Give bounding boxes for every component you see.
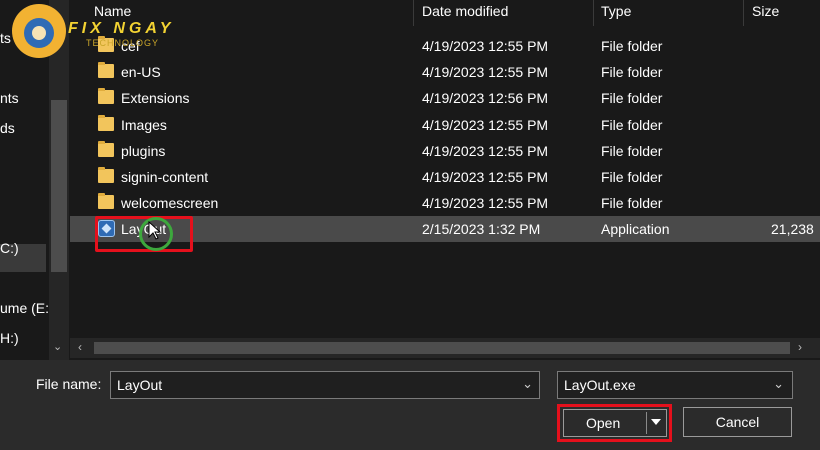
watermark-text: FIX NGAY — [68, 20, 175, 37]
nav-item[interactable]: C:) — [0, 240, 19, 256]
file-name: en-US — [121, 64, 161, 81]
scroll-left-icon[interactable]: ‹ — [78, 340, 82, 354]
file-name: Extensions — [121, 90, 190, 107]
column-separator[interactable] — [743, 0, 744, 26]
folder-icon — [98, 193, 114, 210]
file-name: plugins — [121, 142, 166, 159]
nav-scroll-down-icon[interactable]: ⌄ — [53, 340, 62, 353]
cancel-button[interactable]: Cancel — [683, 407, 792, 437]
file-row[interactable]: Extensions 4/19/2023 12:56 PM File folder — [70, 85, 820, 111]
file-name: welcomescreen — [121, 195, 219, 212]
file-date: 4/19/2023 12:55 PM — [422, 195, 549, 212]
file-date: 4/19/2023 12:56 PM — [422, 90, 549, 107]
file-type-value: LayOut.exe — [564, 377, 636, 393]
file-type: File folder — [601, 116, 663, 133]
file-type: File folder — [601, 38, 663, 54]
file-type: Application — [601, 221, 670, 238]
file-name: signin-content — [121, 169, 209, 185]
open-button[interactable]: Open — [563, 409, 667, 437]
open-dropdown-arrow-icon[interactable] — [651, 419, 661, 425]
horizontal-scrollbar-thumb[interactable] — [94, 342, 790, 354]
column-header-type[interactable]: Type — [601, 0, 631, 26]
column-header-date-modified[interactable]: Date modified — [422, 0, 508, 26]
file-name-label: File name: — [36, 376, 102, 392]
file-row[interactable]: welcomescreen 4/19/2023 12:55 PM File fold… — [70, 190, 820, 216]
file-type: File folder — [601, 195, 663, 212]
column-separator[interactable] — [593, 0, 594, 26]
nav-item[interactable]: nts — [0, 90, 19, 106]
open-button-label: Open — [586, 415, 621, 431]
file-size: 21,238 — [771, 221, 814, 238]
horizontal-scrollbar[interactable]: ‹ › — [70, 338, 820, 358]
mascot-logo-icon — [12, 4, 66, 58]
file-type: File folder — [601, 90, 663, 107]
nav-item[interactable]: ds — [0, 120, 15, 136]
mouse-cursor-icon — [148, 221, 162, 240]
watermark-logo: FIX NGAY TECHNOLOGY — [10, 2, 185, 62]
file-name-value: LayOut — [117, 377, 163, 393]
file-row[interactable]: signin-content 4/19/2023 12:55 PM File fol… — [70, 164, 820, 190]
nav-item[interactable]: H:) — [0, 330, 19, 346]
nav-scrollbar-thumb[interactable] — [51, 100, 67, 272]
file-type: File folder — [601, 169, 663, 185]
folder-icon — [98, 140, 114, 157]
scroll-right-icon[interactable]: › — [798, 340, 802, 354]
cancel-button-label: Cancel — [715, 414, 760, 430]
file-date: 2/15/2023 1:32 PM — [422, 221, 541, 238]
file-type: File folder — [601, 142, 663, 159]
file-name: Images — [121, 116, 167, 133]
column-separator[interactable] — [413, 0, 414, 26]
column-header-size[interactable]: Size — [752, 0, 779, 26]
file-row[interactable]: en-US 4/19/2023 12:55 PM File folder — [70, 59, 820, 85]
open-button-divider — [646, 412, 647, 434]
nav-item[interactable]: ume (E:) — [0, 300, 54, 316]
watermark-subtext: TECHNOLOGY — [86, 38, 160, 48]
folder-icon — [98, 114, 114, 131]
file-date: 4/19/2023 12:55 PM — [422, 169, 549, 185]
file-date: 4/19/2023 12:55 PM — [422, 142, 549, 159]
chevron-down-icon[interactable]: ⌄ — [522, 376, 533, 392]
file-date: 4/19/2023 12:55 PM — [422, 38, 549, 54]
file-row[interactable]: Images 4/19/2023 12:55 PM File folder — [70, 112, 820, 138]
file-date: 4/19/2023 12:55 PM — [422, 64, 549, 81]
folder-icon — [98, 167, 114, 183]
folder-icon — [98, 62, 114, 79]
file-type-select[interactable]: LayOut.exe ⌄ — [557, 371, 793, 399]
folder-icon — [98, 88, 114, 105]
file-name-input[interactable]: LayOut ⌄ — [110, 371, 540, 399]
chevron-down-icon[interactable]: ⌄ — [773, 376, 784, 392]
file-row[interactable]: plugins 4/19/2023 12:55 PM File folder — [70, 138, 820, 164]
file-type: File folder — [601, 64, 663, 81]
file-date: 4/19/2023 12:55 PM — [422, 116, 549, 133]
